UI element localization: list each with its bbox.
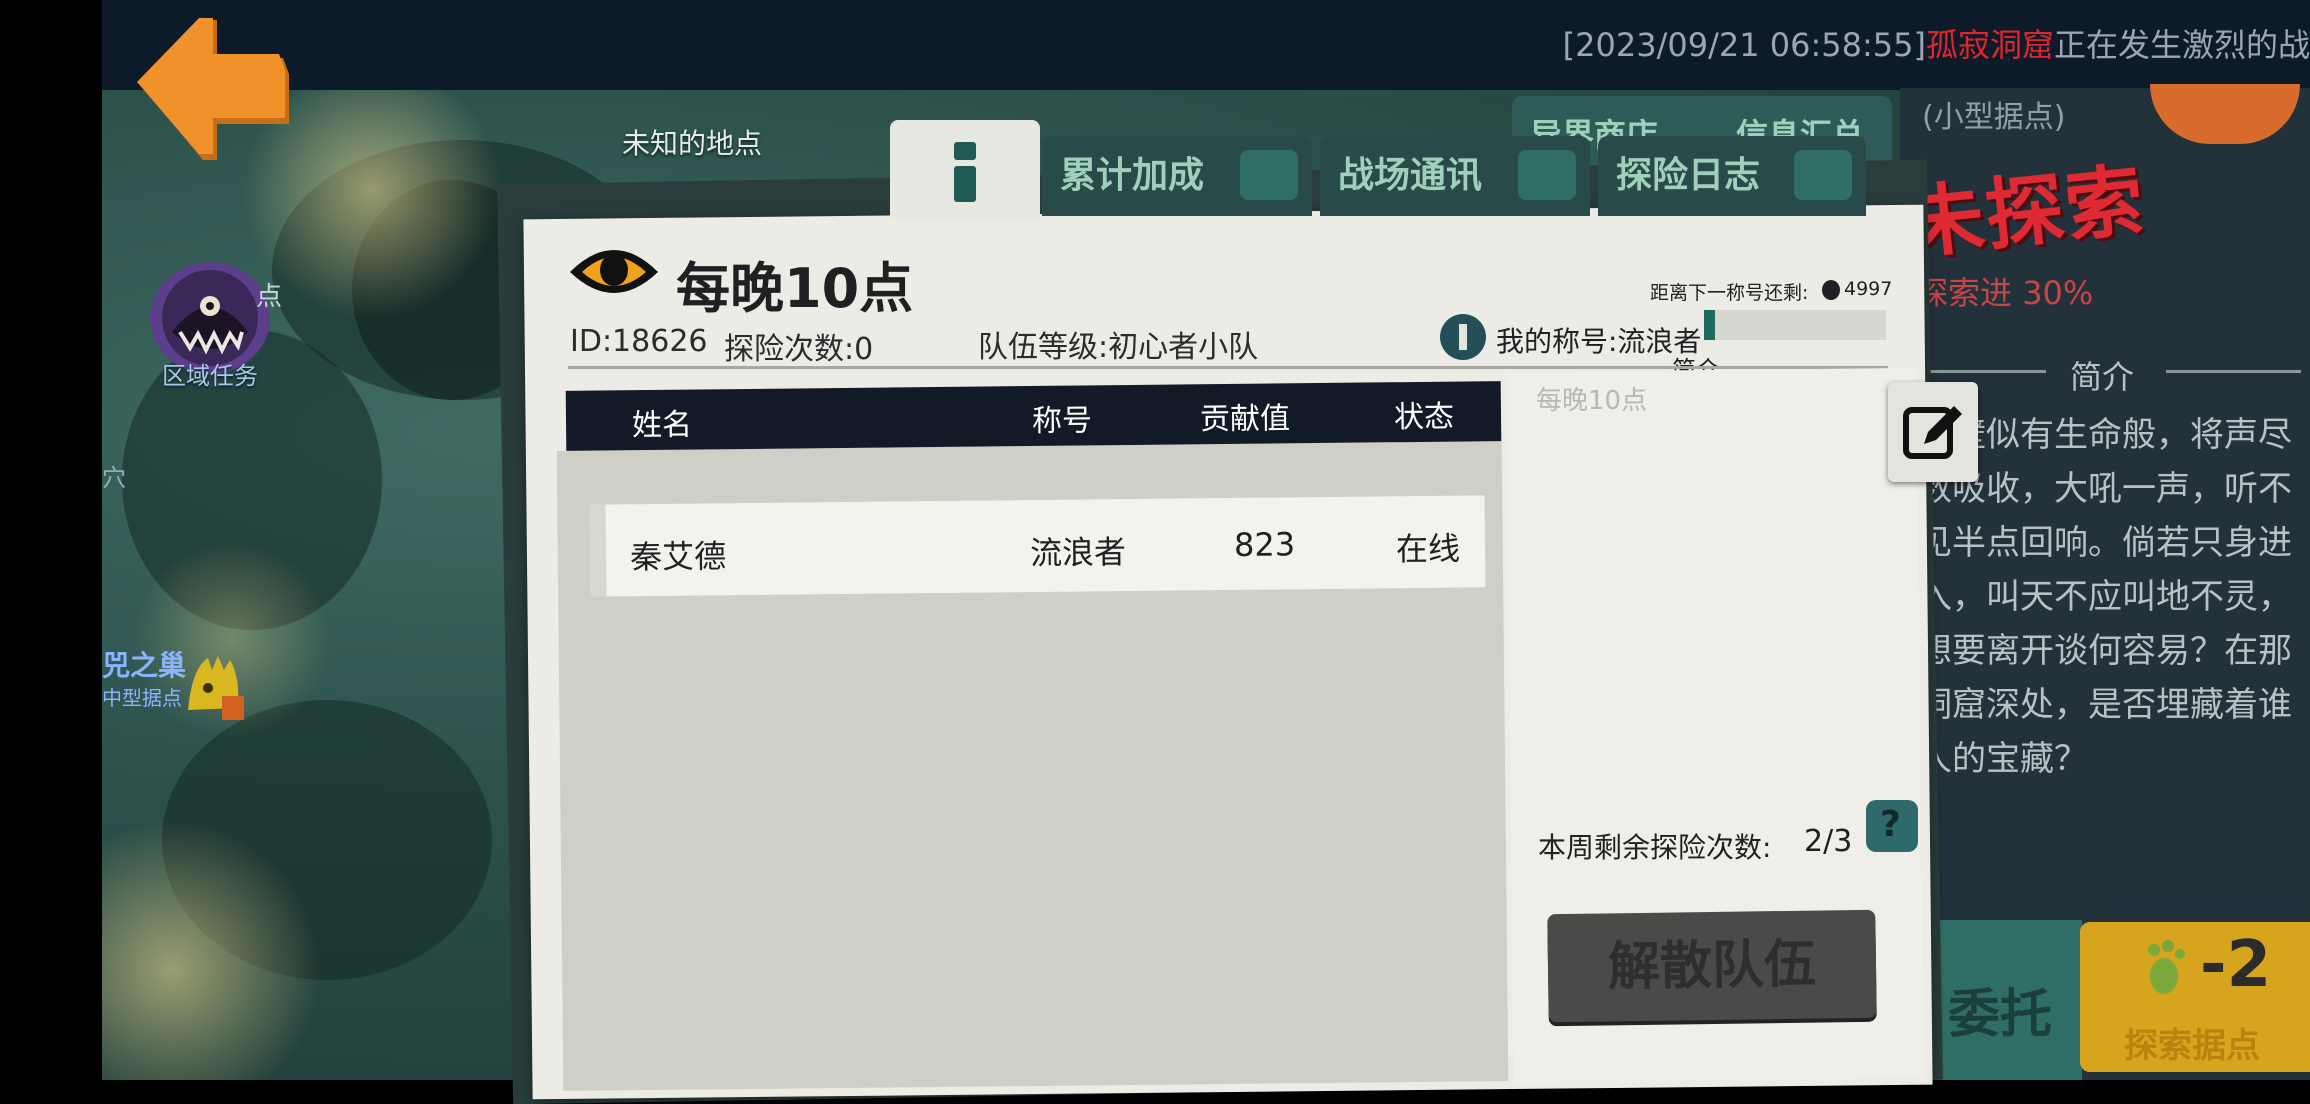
tab-bonus-label: 累计加成 xyxy=(1060,155,1205,196)
member-status: 在线 xyxy=(1395,529,1461,569)
title-progress-bar xyxy=(1704,310,1886,340)
pencil-note-icon xyxy=(1794,150,1852,200)
region-task-label: 区域任务 xyxy=(162,362,258,390)
table-row[interactable]: 秦艾德 流浪者 823 在线 xyxy=(589,495,1486,597)
tab-adventure-log-label: 探险日志 xyxy=(1616,155,1761,196)
nest-monster-icon xyxy=(188,656,244,720)
explore-cost: -2 xyxy=(2200,928,2272,1002)
tab-adventure-log[interactable]: 探险日志 xyxy=(1598,136,1866,216)
base-type-label: (小型据点) xyxy=(1922,100,2066,135)
question-icon: ? xyxy=(1880,804,1901,845)
next-title-value: 4997 xyxy=(1844,278,1893,300)
edit-icon xyxy=(1903,406,1962,459)
title-info-icon[interactable] xyxy=(1440,314,1486,360)
ticker-timestamp: [2023/09/21 06:58:55] xyxy=(1562,26,1926,64)
commission-label: 委托 xyxy=(1948,985,2053,1045)
eye-icon xyxy=(566,236,662,306)
col-name: 姓名 xyxy=(631,407,693,444)
team-intro-text: 每晚10点 xyxy=(1536,386,1648,416)
back-arrow-icon xyxy=(137,18,289,160)
explore-count: 探险次数:0 xyxy=(724,332,874,367)
info-icon xyxy=(954,142,976,202)
my-title: 我的称号:流浪者 xyxy=(1496,325,1702,358)
unknown-location-label: 未知的地点 xyxy=(622,127,763,160)
explore-progress-label: 探索进 xyxy=(1916,274,2013,312)
nest-sub-label: 中型据点 xyxy=(102,686,182,710)
team-id: ID:18626 xyxy=(570,324,708,359)
intro-divider-left xyxy=(1916,370,2046,373)
intro-divider-right xyxy=(2166,370,2301,373)
explore-base-button[interactable]: -2 探索据点 xyxy=(2080,922,2310,1072)
title-progress-fill xyxy=(1704,310,1715,340)
news-ticker: [2023/09/21 06:58:55]孤寂洞窟正在发生激烈的战 xyxy=(1563,20,2310,66)
tab-bonus[interactable]: 累计加成 xyxy=(1042,136,1312,216)
member-contribution: 823 xyxy=(1233,525,1296,564)
col-contribution: 贡献值 xyxy=(1199,401,1291,438)
region-task-partial: 点 xyxy=(256,282,283,312)
top-bar: [2023/09/21 06:58:55]孤寂洞窟正在发生激烈的战 xyxy=(102,0,2310,90)
nest-label: 兕之巢 xyxy=(102,649,187,682)
tab-battle-comms-label: 战场通讯 xyxy=(1338,155,1483,196)
tab-team-info[interactable] xyxy=(890,120,1040,220)
explore-base-label: 探索据点 xyxy=(2124,1026,2260,1066)
nest-marker[interactable] xyxy=(178,648,258,728)
explore-progress: 探索进 30% xyxy=(1916,268,2093,314)
next-title-label: 距离下一称号还剩: xyxy=(1650,282,1809,304)
skull-icon xyxy=(1240,150,1298,200)
edit-intro-button[interactable] xyxy=(1888,382,1978,482)
commission-button[interactable]: 委托 xyxy=(1930,920,2082,1080)
member-title: 流浪者 xyxy=(1029,533,1127,573)
screen-left-bar xyxy=(0,0,102,1080)
location-intro-title: 简介 xyxy=(2070,358,2135,396)
token-icon xyxy=(1822,280,1840,300)
title-info-glyph xyxy=(1459,324,1467,350)
col-title: 称号 xyxy=(1031,403,1093,440)
team-name: 每晚10点 xyxy=(676,257,914,320)
header-divider xyxy=(568,366,1888,369)
left-edge-char: 穴 xyxy=(102,464,126,492)
col-status: 状态 xyxy=(1393,399,1455,436)
weekly-remaining-label: 本周剩余探险次数: xyxy=(1538,831,1772,864)
member-table-header: 姓名 称号 贡献值 状态 xyxy=(565,381,1502,451)
member-name: 秦艾德 xyxy=(629,537,727,577)
team-level: 队伍等级:初心者小队 xyxy=(978,330,1259,365)
weekly-remaining-value: 2/3 xyxy=(1804,824,1853,859)
explore-progress-value: 30% xyxy=(2022,274,2094,312)
back-arrow-button[interactable] xyxy=(133,14,293,164)
footprint-icon xyxy=(2148,940,2185,994)
help-button[interactable]: ? xyxy=(1866,800,1918,852)
ticker-location: 孤寂洞窟 xyxy=(1925,26,2054,64)
ticker-message: 正在发生激烈的战 xyxy=(2053,26,2310,64)
disband-team-button[interactable]: 解散队伍 xyxy=(1547,909,1877,1023)
chat-bubble-icon xyxy=(1518,150,1576,200)
tab-battle-comms[interactable]: 战场通讯 xyxy=(1320,136,1590,216)
